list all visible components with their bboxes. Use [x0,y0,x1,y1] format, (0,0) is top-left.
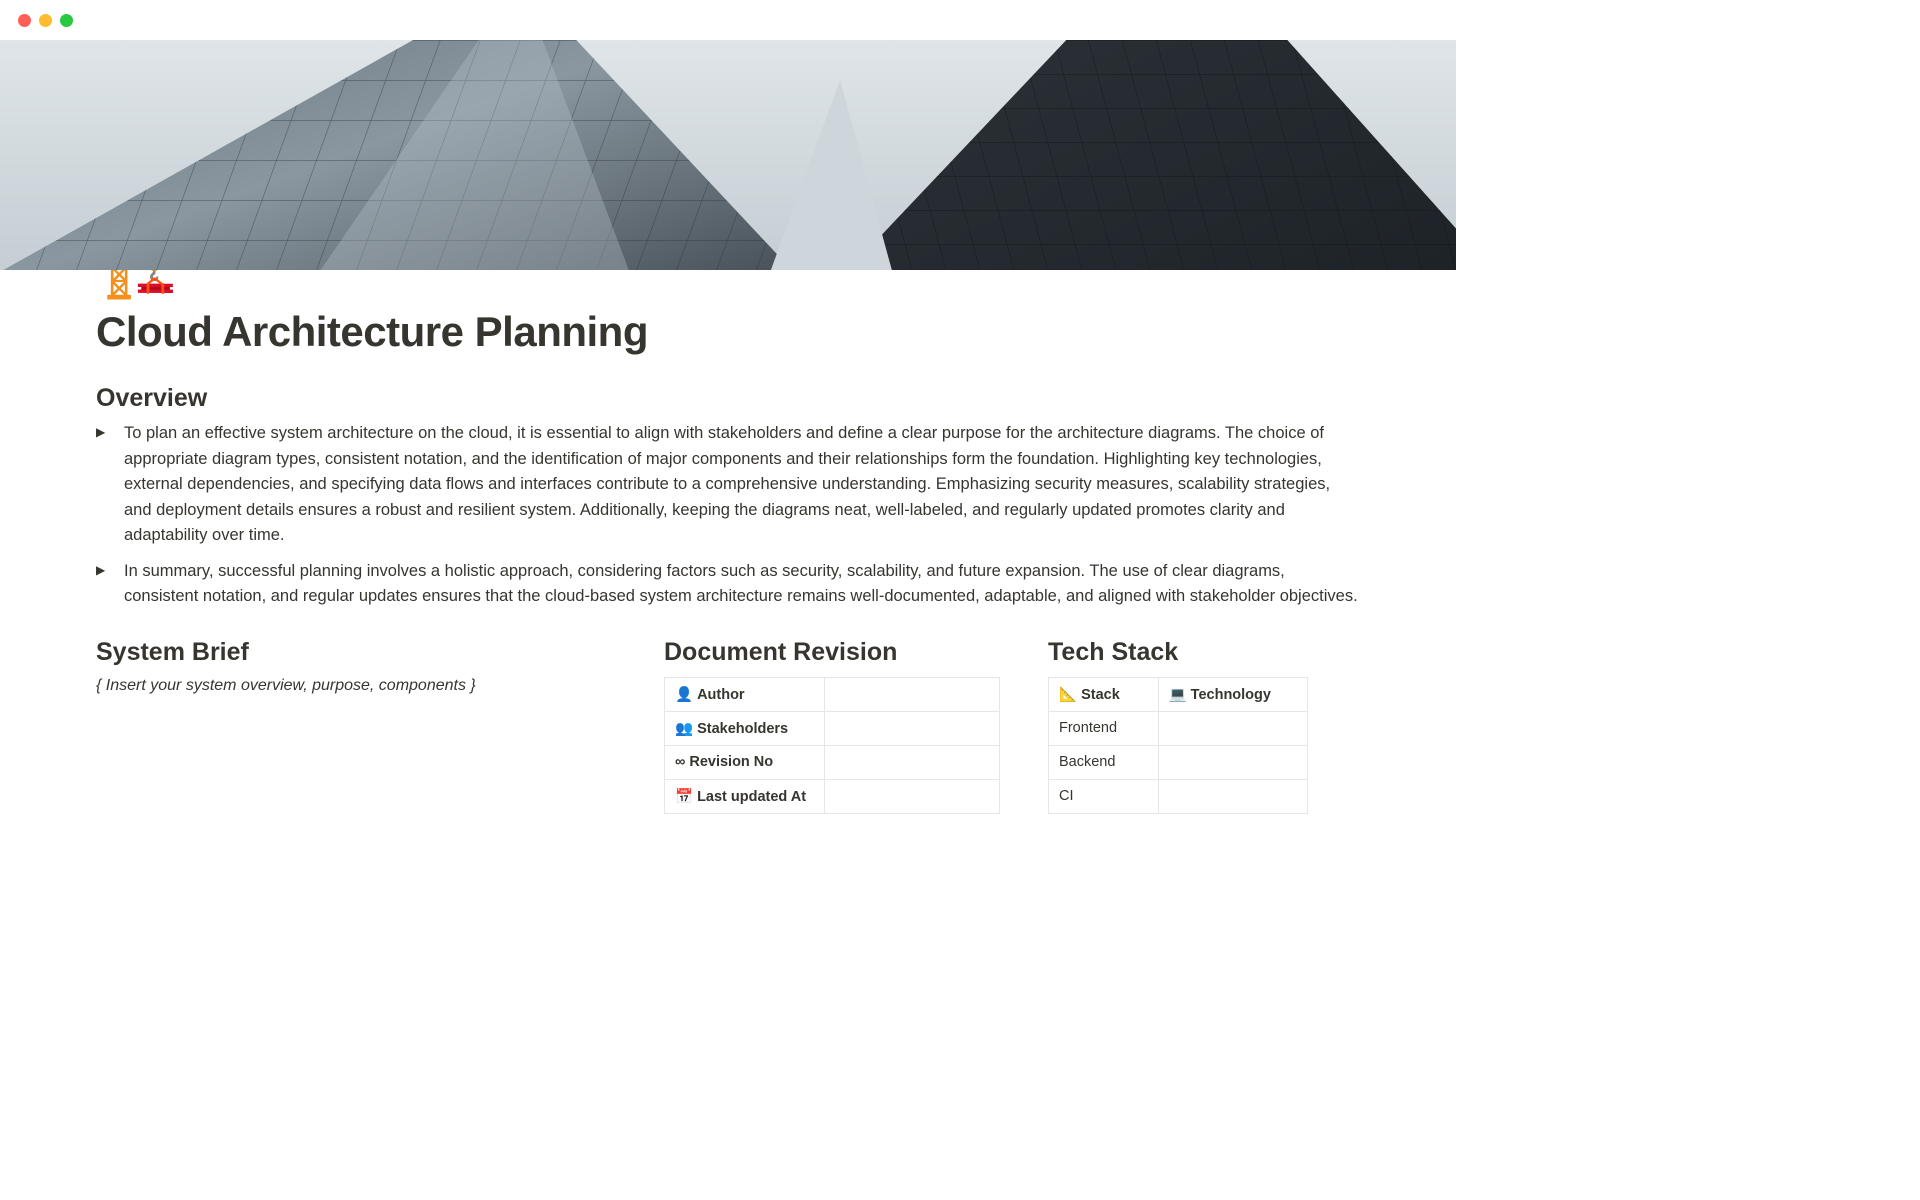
technology-icon: 💻 [1169,687,1187,703]
author-icon: 👤 [675,687,693,703]
tech-cell[interactable] [1158,745,1307,779]
cover-image [0,40,1456,270]
tech-stack-heading[interactable]: Tech Stack [1048,638,1308,667]
table-row[interactable]: CI [1049,779,1308,813]
page-title[interactable]: Cloud Architecture Planning [96,308,1360,356]
overview-heading[interactable]: Overview [96,384,1360,413]
tech-cell[interactable] [1158,711,1307,745]
revision-no-icon: ∞ [675,754,685,770]
stakeholders-icon: 👥 [675,721,693,737]
tech-cell[interactable] [1158,779,1307,813]
system-brief-column: System Brief { Insert your system overvi… [96,638,616,695]
table-row[interactable]: Backend [1049,745,1308,779]
toggle-block[interactable]: ▶ In summary, successful planning involv… [96,559,1360,610]
table-row[interactable]: Frontend [1049,711,1308,745]
close-window-icon[interactable] [18,14,31,27]
stack-cell[interactable]: Frontend [1049,711,1159,745]
maximize-window-icon[interactable] [60,14,73,27]
toggle-arrow-icon[interactable]: ▶ [96,421,118,442]
minimize-window-icon[interactable] [39,14,52,27]
table-row[interactable]: 👥Stakeholders [665,711,1000,745]
stack-icon: 📐 [1059,687,1077,703]
table-header-row: 📐Stack 💻Technology [1049,677,1308,711]
system-brief-heading[interactable]: System Brief [96,638,616,667]
last-updated-icon: 📅 [675,789,693,805]
overview-paragraph-2[interactable]: In summary, successful planning involves… [124,559,1360,610]
document-revision-heading[interactable]: Document Revision [664,638,1000,667]
revision-label: Revision No [689,754,773,770]
toggle-arrow-icon[interactable]: ▶ [96,559,118,580]
tech-stack-table[interactable]: 📐Stack 💻Technology Frontend Backend CI [1048,677,1308,814]
revision-table[interactable]: 👤Author 👥Stakeholders ∞Revision No 📅Last… [664,677,1000,814]
revision-value[interactable] [824,779,999,813]
revision-value[interactable] [824,677,999,711]
overview-paragraph-1[interactable]: To plan an effective system architecture… [124,421,1360,549]
stack-cell[interactable]: Backend [1049,745,1159,779]
technology-header-label: Technology [1191,687,1271,703]
toggle-block[interactable]: ▶ To plan an effective system architectu… [96,421,1360,549]
revision-label: Stakeholders [697,721,788,737]
page-content: 🏗️ Cloud Architecture Planning Overview … [0,222,1456,814]
stack-header-label: Stack [1081,687,1120,703]
revision-value[interactable] [824,711,999,745]
table-row[interactable]: 📅Last updated At [665,779,1000,813]
table-row[interactable]: ∞Revision No [665,745,1000,779]
table-row[interactable]: 👤Author [665,677,1000,711]
revision-value[interactable] [824,745,999,779]
stack-cell[interactable]: CI [1049,779,1159,813]
window-chrome [0,0,1456,40]
revision-label: Author [697,687,745,703]
document-revision-column: Document Revision 👤Author 👥Stakeholders … [664,638,1000,814]
system-brief-placeholder[interactable]: { Insert your system overview, purpose, … [96,677,616,695]
tech-stack-column: Tech Stack 📐Stack 💻Technology Frontend B… [1048,638,1308,814]
revision-label: Last updated At [697,789,806,805]
